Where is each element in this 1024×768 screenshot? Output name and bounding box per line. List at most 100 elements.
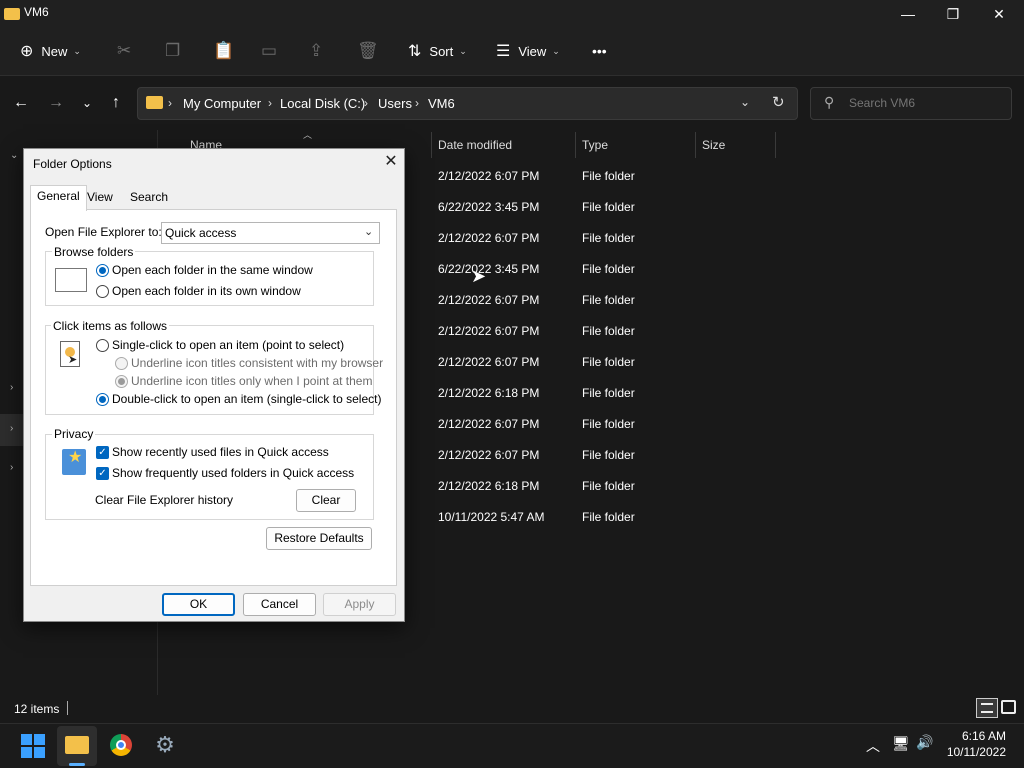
ok-button[interactable]: OK [162, 593, 235, 616]
radio-underline-point[interactable] [115, 375, 128, 388]
quick-access-star-icon: ★ [60, 447, 88, 477]
privacy-title: Privacy [52, 427, 96, 441]
type-cell: File folder [582, 169, 635, 183]
breadcrumb-users[interactable]: Users [378, 96, 412, 111]
type-cell: File folder [582, 200, 635, 214]
search-input[interactable] [849, 96, 999, 110]
date-cell: 2/12/2022 6:07 PM [438, 417, 540, 431]
start-windows-icon[interactable] [21, 734, 45, 758]
status-divider [67, 701, 68, 715]
folder-icon [4, 8, 20, 20]
click-items-title: Click items as follows [51, 319, 170, 333]
sort-label: Sort [429, 43, 454, 59]
radio-single-click[interactable] [96, 339, 109, 352]
date-cell: 2/12/2022 6:07 PM [438, 324, 540, 338]
double-click-label[interactable]: Double-click to open an item (single-cli… [112, 392, 381, 406]
open-to-dropdown[interactable]: Quick access ⌄ [161, 222, 380, 244]
date-cell: 2/12/2022 6:18 PM [438, 386, 540, 400]
single-click-label[interactable]: Single-click to open an item (point to s… [112, 338, 344, 352]
chevron-right-icon: › [168, 96, 172, 110]
type-cell: File folder [582, 262, 635, 276]
search-box[interactable]: ⚲ [810, 87, 1012, 120]
column-type[interactable]: Type [582, 138, 608, 152]
show-hidden-icons-chevron-icon[interactable]: ︿ [866, 736, 880, 756]
sort-button[interactable]: ⇅ Sort ⌄ [408, 30, 467, 72]
up-arrow-icon[interactable]: ↑ [104, 94, 128, 116]
chevron-right-icon[interactable]: › [10, 462, 13, 473]
chevron-down-icon[interactable]: ⌄ [10, 150, 18, 161]
minimize-button[interactable]: — [885, 0, 931, 30]
chevron-right-icon: › [364, 96, 368, 110]
chrome-icon[interactable] [110, 734, 132, 756]
recent-locations-chevron-icon[interactable]: ⌄ [75, 96, 99, 118]
breadcrumb-local-disk[interactable]: Local Disk (C:) [280, 96, 365, 111]
recent-files-label[interactable]: Show recently used files in Quick access [112, 445, 329, 459]
view-lines-icon: ☰ [496, 43, 511, 60]
rename-icon[interactable]: ▭ [261, 30, 277, 72]
refresh-icon[interactable]: ↻ [772, 93, 785, 111]
radio-own-window[interactable] [96, 285, 109, 298]
radio-double-click[interactable] [96, 393, 109, 406]
breadcrumb-my-computer[interactable]: My Computer [183, 96, 261, 111]
forward-arrow-icon[interactable]: → [44, 94, 68, 116]
command-bar: ⊕ New ⌄ ✂ ❐ 📋 ▭ ⇪ 🗑 ⇅ Sort ⌄ ☰ View ⌄ ••… [0, 30, 1024, 76]
sort-up-icon: ︿ [303, 130, 313, 140]
date-cell: 6/22/2022 3:45 PM [438, 262, 540, 276]
open-to-value: Quick access [165, 226, 237, 240]
address-bar[interactable]: › My Computer › Local Disk (C:) › Users … [137, 87, 798, 120]
cancel-button[interactable]: Cancel [243, 593, 316, 616]
cut-icon[interactable]: ✂ [117, 30, 131, 72]
tiles-view-icon[interactable] [1001, 700, 1016, 714]
network-icon[interactable]: 🖥 [892, 735, 910, 752]
tab-general[interactable]: General [30, 185, 87, 211]
same-window-label[interactable]: Open each folder in the same window [112, 263, 313, 277]
radio-underline-browser[interactable] [115, 357, 128, 370]
column-divider[interactable] [775, 132, 776, 158]
details-view-icon[interactable] [976, 698, 998, 718]
settings-gear-icon[interactable]: ⚙ [152, 732, 178, 758]
restore-defaults-button[interactable]: Restore Defaults [266, 527, 372, 550]
column-size[interactable]: Size [702, 138, 725, 152]
chevron-right-icon[interactable]: › [10, 382, 13, 393]
radio-same-window[interactable] [96, 264, 109, 277]
clock-date[interactable]: 10/11/2022 [942, 745, 1006, 759]
apply-button[interactable]: Apply [323, 593, 396, 616]
more-options-button[interactable]: ••• [592, 30, 607, 72]
column-divider[interactable] [431, 132, 432, 158]
view-button[interactable]: ☰ View ⌄ [496, 30, 560, 72]
new-button[interactable]: ⊕ New ⌄ [20, 30, 81, 72]
browse-folders-title: Browse folders [52, 245, 136, 259]
share-icon[interactable]: ⇪ [309, 30, 323, 72]
status-bar: 12 items [0, 695, 1024, 723]
mouse-pointer-icon: ➤ [471, 266, 487, 286]
volume-icon[interactable]: 🔊 [916, 734, 933, 751]
date-cell: 6/22/2022 3:45 PM [438, 200, 540, 214]
tab-search[interactable]: Search [124, 187, 174, 209]
checkbox-recent-files[interactable]: ✓ [96, 446, 109, 459]
underline-point-label[interactable]: Underline icon titles only when I point … [131, 374, 372, 388]
close-button[interactable]: ✕ [976, 0, 1022, 30]
frequent-folders-label[interactable]: Show frequently used folders in Quick ac… [112, 466, 354, 480]
pointer-document-icon: ➤ [60, 341, 80, 367]
back-arrow-icon[interactable]: ← [9, 94, 33, 116]
address-history-chevron-icon[interactable]: ⌄ [740, 95, 750, 109]
file-explorer-taskbar-icon[interactable] [57, 726, 97, 766]
paste-icon[interactable]: 📋 [213, 30, 234, 72]
clock-time[interactable]: 6:16 AM [948, 729, 1006, 743]
clear-history-button[interactable]: Clear [296, 489, 356, 512]
column-divider[interactable] [575, 132, 576, 158]
checkbox-frequent-folders[interactable]: ✓ [96, 467, 109, 480]
copy-icon[interactable]: ❐ [165, 30, 180, 72]
dialog-close-icon[interactable]: ✕ [380, 152, 402, 174]
taskbar: ⚙ ︿ 🖥 🔊 6:16 AM 10/11/2022 [0, 723, 1024, 768]
type-cell: File folder [582, 293, 635, 307]
search-icon: ⚲ [824, 94, 835, 110]
column-divider[interactable] [695, 132, 696, 158]
column-date-modified[interactable]: Date modified [438, 138, 512, 152]
folder-icon [146, 96, 163, 109]
underline-browser-label[interactable]: Underline icon titles consistent with my… [131, 356, 383, 370]
breadcrumb-vm6[interactable]: VM6 [428, 96, 455, 111]
own-window-label[interactable]: Open each folder in its own window [112, 284, 301, 298]
restore-button[interactable]: ❐ [930, 0, 976, 30]
delete-icon[interactable]: 🗑 [357, 30, 379, 72]
